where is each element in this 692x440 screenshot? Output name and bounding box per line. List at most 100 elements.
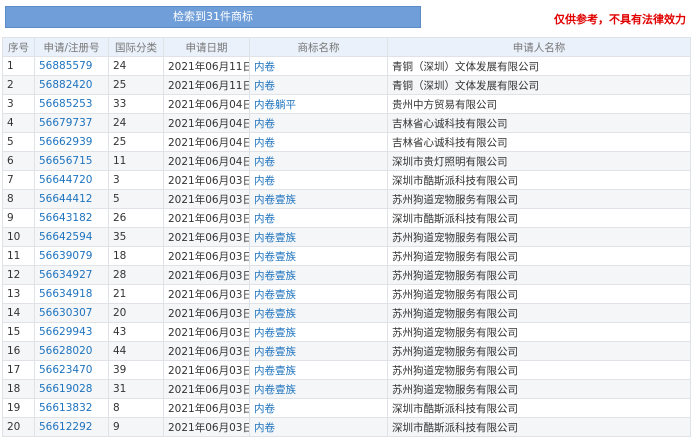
reg-number-link[interactable]: 56679737	[39, 117, 92, 129]
mark-name-link[interactable]: 内卷壹族	[254, 289, 296, 301]
mark-name-link[interactable]: 内卷壹族	[254, 365, 296, 377]
mark-name-link[interactable]: 内卷	[254, 403, 275, 415]
applicant-cell: 深圳市酷斯派科技有限公司	[387, 398, 691, 418]
applicant-cell: 吉林省心诚科技有限公司	[387, 113, 691, 133]
mark-name-link[interactable]: 内卷	[254, 175, 275, 187]
mark-name-cell: 内卷壹族	[249, 360, 388, 380]
reg-number-cell: 56642594	[34, 227, 109, 247]
mark-name-cell: 内卷壹族	[249, 284, 388, 304]
row-index: 17	[2, 360, 35, 380]
date-cell: 2021年06月04日	[163, 132, 250, 152]
date-cell: 2021年06月03日	[163, 284, 250, 304]
reg-number-link[interactable]: 56613832	[39, 402, 92, 414]
applicant-cell: 深圳市酷斯派科技有限公司	[387, 170, 691, 190]
reg-number-cell: 56634927	[34, 265, 109, 285]
mark-name-link[interactable]: 内卷壹族	[254, 384, 296, 396]
reg-number-link[interactable]: 56642594	[39, 231, 92, 243]
row-index: 6	[2, 151, 35, 171]
reg-number-link[interactable]: 56634918	[39, 288, 92, 300]
reg-number-link[interactable]: 56628020	[39, 345, 92, 357]
class-cell: 11	[108, 151, 164, 171]
disclaimer-text: 仅供参考，不具有法律效力	[554, 13, 686, 26]
date-cell: 2021年06月03日	[163, 303, 250, 323]
table-row: 14 56630307 20 2021年06月03日 内卷壹族 苏州狗道宠物服务有限公司	[2, 303, 691, 323]
class-cell: 9	[108, 417, 164, 437]
mark-name-link[interactable]: 内卷	[254, 137, 275, 149]
reg-number-link[interactable]: 56882420	[39, 79, 92, 91]
date-cell: 2021年06月03日	[163, 417, 250, 437]
reg-number-link[interactable]: 56662939	[39, 136, 92, 148]
class-cell: 26	[108, 208, 164, 228]
applicant-cell: 苏州狗道宠物服务有限公司	[387, 227, 691, 247]
column-header-class: 国际分类	[108, 37, 164, 57]
mark-name-cell: 内卷	[249, 170, 388, 190]
reg-number-link[interactable]: 56644720	[39, 174, 92, 186]
mark-name-link[interactable]: 内卷	[254, 422, 275, 434]
column-header-date: 申请日期	[163, 37, 250, 57]
applicant-cell: 贵州中方贸易有限公司	[387, 94, 691, 114]
reg-number-link[interactable]: 56630307	[39, 307, 92, 319]
mark-name-link[interactable]: 内卷壹族	[254, 251, 296, 263]
class-cell: 24	[108, 56, 164, 76]
column-header-applicant: 申请人名称	[387, 37, 691, 57]
reg-number-cell: 56634918	[34, 284, 109, 304]
reg-number-link[interactable]: 56623470	[39, 364, 92, 376]
mark-name-cell: 内卷	[249, 113, 388, 133]
date-cell: 2021年06月04日	[163, 113, 250, 133]
reg-number-link[interactable]: 56656715	[39, 155, 92, 167]
reg-number-link[interactable]: 56685253	[39, 98, 92, 110]
mark-name-link[interactable]: 内卷躺平	[254, 99, 296, 111]
applicant-cell: 青铜（深圳）文体发展有限公司	[387, 56, 691, 76]
table-row: 6 56656715 11 2021年06月04日 内卷 深圳市贵灯照明有限公司	[2, 151, 691, 171]
date-cell: 2021年06月04日	[163, 151, 250, 171]
table-row: 16 56628020 44 2021年06月03日 内卷壹族 苏州狗道宠物服务有限公司	[2, 341, 691, 361]
reg-number-link[interactable]: 56612292	[39, 421, 92, 433]
table-row: 20 56612292 9 2021年06月03日 内卷 深圳市酷斯派科技有限公司	[2, 417, 691, 437]
row-index: 3	[2, 94, 35, 114]
mark-name-link[interactable]: 内卷	[254, 213, 275, 225]
table-row: 9 56643182 26 2021年06月03日 内卷 深圳市酷斯派科技有限公司	[2, 208, 691, 228]
reg-number-cell: 56628020	[34, 341, 109, 361]
mark-name-link[interactable]: 内卷壹族	[254, 270, 296, 282]
mark-name-link[interactable]: 内卷	[254, 118, 275, 130]
applicant-cell: 苏州狗道宠物服务有限公司	[387, 360, 691, 380]
mark-name-cell: 内卷壹族	[249, 303, 388, 323]
mark-name-cell: 内卷	[249, 208, 388, 228]
class-cell: 5	[108, 189, 164, 209]
mark-name-link[interactable]: 内卷壹族	[254, 308, 296, 320]
date-cell: 2021年06月03日	[163, 246, 250, 266]
row-index: 14	[2, 303, 35, 323]
class-cell: 20	[108, 303, 164, 323]
mark-name-cell: 内卷	[249, 75, 388, 95]
reg-number-link[interactable]: 56619028	[39, 383, 92, 395]
date-cell: 2021年06月04日	[163, 94, 250, 114]
mark-name-link[interactable]: 内卷	[254, 61, 275, 73]
class-cell: 8	[108, 398, 164, 418]
class-cell: 43	[108, 322, 164, 342]
date-cell: 2021年06月03日	[163, 265, 250, 285]
row-index: 4	[2, 113, 35, 133]
applicant-cell: 苏州狗道宠物服务有限公司	[387, 303, 691, 323]
row-index: 8	[2, 189, 35, 209]
row-index: 20	[2, 417, 35, 437]
class-cell: 39	[108, 360, 164, 380]
mark-name-link[interactable]: 内卷壹族	[254, 232, 296, 244]
row-index: 12	[2, 265, 35, 285]
reg-number-link[interactable]: 56629943	[39, 326, 92, 338]
mark-name-link[interactable]: 内卷壹族	[254, 194, 296, 206]
mark-name-link[interactable]: 内卷	[254, 156, 275, 168]
reg-number-link[interactable]: 56643182	[39, 212, 92, 224]
reg-number-cell: 56644412	[34, 189, 109, 209]
row-index: 11	[2, 246, 35, 266]
reg-number-cell: 56885579	[34, 56, 109, 76]
reg-number-link[interactable]: 56885579	[39, 60, 92, 72]
mark-name-link[interactable]: 内卷壹族	[254, 346, 296, 358]
reg-number-cell: 56629943	[34, 322, 109, 342]
mark-name-link[interactable]: 内卷壹族	[254, 327, 296, 339]
applicant-cell: 深圳市酷斯派科技有限公司	[387, 417, 691, 437]
reg-number-link[interactable]: 56639079	[39, 250, 92, 262]
mark-name-link[interactable]: 内卷	[254, 80, 275, 92]
reg-number-cell: 56882420	[34, 75, 109, 95]
reg-number-link[interactable]: 56644412	[39, 193, 92, 205]
reg-number-link[interactable]: 56634927	[39, 269, 92, 281]
